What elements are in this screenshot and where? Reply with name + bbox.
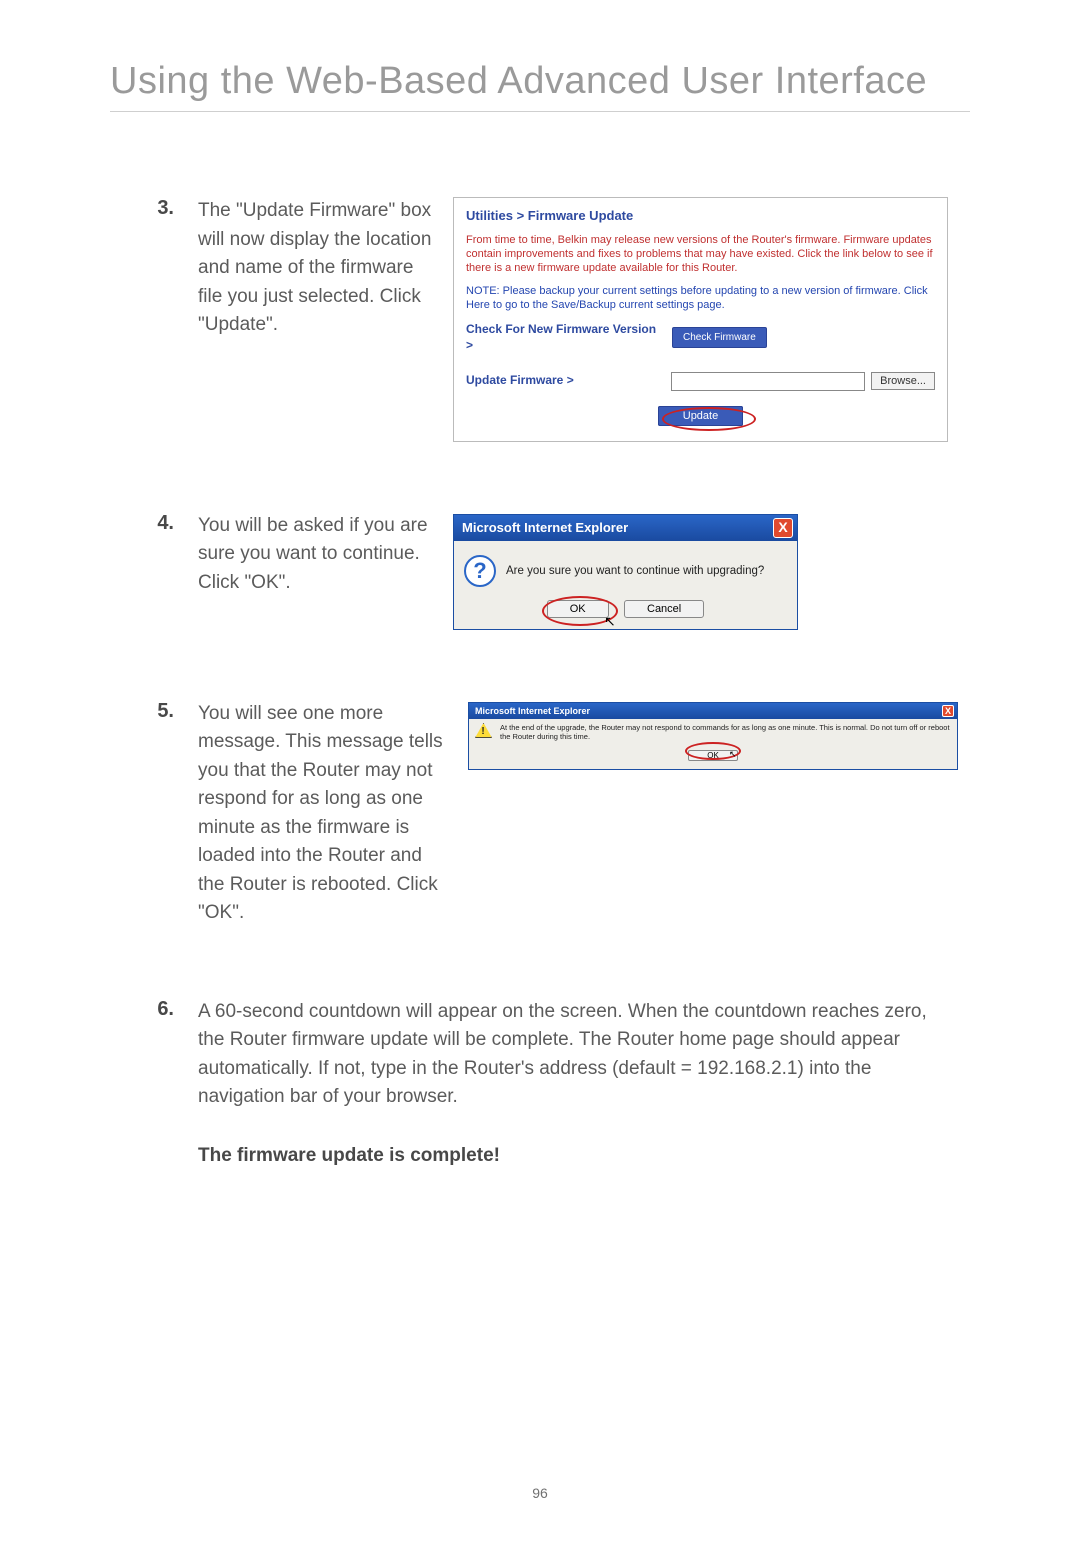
step-text: You will be asked if you are sure you wa… [198,512,433,598]
dialog-title: Microsoft Internet Explorer [462,520,628,535]
browse-button[interactable]: Browse... [871,372,935,390]
step-4: 4. You will be asked if you are sure you… [150,512,970,630]
panel-intro-text: From time to time, Belkin may release ne… [466,233,935,276]
step-text: A 60-second countdown will appear on the… [198,998,958,1171]
dialog-message: At the end of the upgrade, the Router ma… [500,723,951,741]
completion-message: The firmware update is complete! [198,1142,958,1171]
ok-button[interactable]: OK [547,600,609,618]
cursor-icon: ↖ [729,749,737,760]
question-icon: ? [464,555,496,587]
page-title: Using the Web-Based Advanced User Interf… [110,60,970,112]
panel-breadcrumb: Utilities > Firmware Update [466,208,935,225]
panel-note-text: NOTE: Please backup your current setting… [466,284,935,313]
step-number: 3. [150,197,174,220]
step-number: 5. [150,700,174,723]
cancel-button[interactable]: Cancel [624,600,704,618]
update-button[interactable]: Update [658,406,743,426]
step-3: 3. The "Update Firmware" box will now di… [150,197,970,442]
firmware-update-panel: Utilities > Firmware Update From time to… [453,197,948,442]
dialog-titlebar: Microsoft Internet Explorer X [469,703,957,719]
firmware-file-input[interactable] [671,372,865,391]
page-number: 96 [532,1485,548,1501]
step-number: 6. [150,998,174,1021]
update-firmware-label: Update Firmware > [466,373,665,389]
warning-icon [475,723,492,738]
ie-confirm-dialog: Microsoft Internet Explorer X ? Are you … [453,514,798,630]
cursor-icon: ↖ [604,613,616,630]
close-icon[interactable]: X [942,705,954,717]
dialog-titlebar: Microsoft Internet Explorer X [454,515,797,541]
step-text: You will see one more message. This mess… [198,700,448,928]
close-icon[interactable]: X [773,518,793,538]
steps-list: 3. The "Update Firmware" box will now di… [110,197,970,1170]
dialog-title: Microsoft Internet Explorer [475,706,590,716]
step-5: 5. You will see one more message. This m… [150,700,970,928]
ie-warning-dialog: Microsoft Internet Explorer X At the end… [468,702,958,770]
step-6: 6. A 60-second countdown will appear on … [150,998,970,1171]
check-firmware-button[interactable]: Check Firmware [672,327,767,348]
step-number: 4. [150,512,174,535]
check-firmware-label: Check For New Firmware Version > [466,322,666,353]
step-text: The "Update Firmware" box will now displ… [198,197,433,340]
dialog-message: Are you sure you want to continue with u… [506,565,764,577]
